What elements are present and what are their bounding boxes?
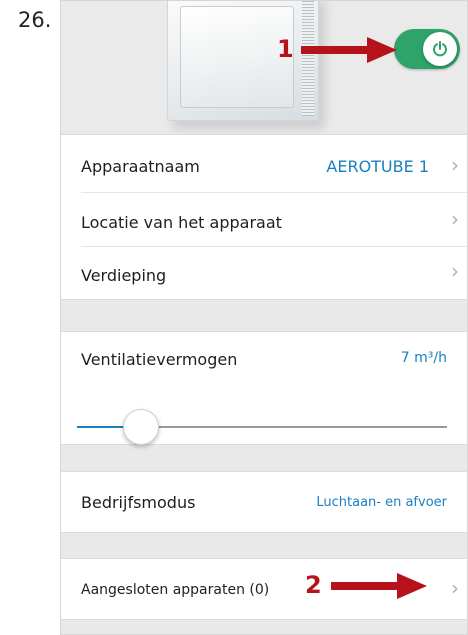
device-name-label: Apparaatnaam (81, 157, 200, 176)
slider-track[interactable] (153, 426, 447, 428)
power-knob[interactable] (423, 32, 457, 66)
device-header (61, 1, 467, 134)
row-device-name[interactable]: Apparaatnaam AEROTUBE 1 › (61, 140, 467, 192)
mode-label: Bedrijfsmodus (81, 493, 196, 512)
divider (81, 192, 467, 193)
callout-arrow-2-icon (331, 573, 427, 599)
mode-group: Bedrijfsmodus Luchtaan- en afvoer (61, 471, 467, 533)
chevron-right-icon: › (451, 576, 459, 600)
callout-arrow-1-icon (301, 37, 397, 63)
floor-label: Verdieping (81, 266, 167, 285)
chevron-right-icon: › (451, 153, 459, 177)
device-name-value: AEROTUBE 1 (326, 157, 429, 176)
slider-thumb[interactable] (123, 409, 159, 445)
callout-number-1: 1 (277, 35, 294, 63)
connected-label: Aangesloten apparaten (0) (81, 582, 270, 598)
app-screen: Apparaatnaam AEROTUBE 1 › Locatie van he… (60, 0, 468, 635)
power-toggle[interactable] (394, 29, 460, 69)
ventilation-value: 7 m³/h (400, 350, 447, 366)
callout-number-2: 2 (305, 571, 322, 599)
device-settings-group: Apparaatnaam AEROTUBE 1 › Locatie van he… (61, 134, 467, 300)
chevron-right-icon: › (451, 207, 459, 231)
row-floor[interactable]: Verdieping › (61, 248, 467, 300)
ventilation-label: Ventilatievermogen (81, 350, 238, 369)
row-operating-mode[interactable]: Bedrijfsmodus Luchtaan- en afvoer (61, 476, 467, 528)
step-number: 26. (18, 8, 52, 32)
location-label: Locatie van het apparaat (81, 213, 282, 232)
divider (81, 246, 467, 247)
power-icon (433, 41, 447, 57)
row-location[interactable]: Locatie van het apparaat › (61, 195, 467, 247)
chevron-right-icon: › (451, 259, 459, 283)
mode-value: Luchtaan- en afvoer (316, 495, 447, 510)
ventilation-group: Ventilatievermogen 7 m³/h (61, 331, 467, 445)
device-image (167, 1, 319, 121)
